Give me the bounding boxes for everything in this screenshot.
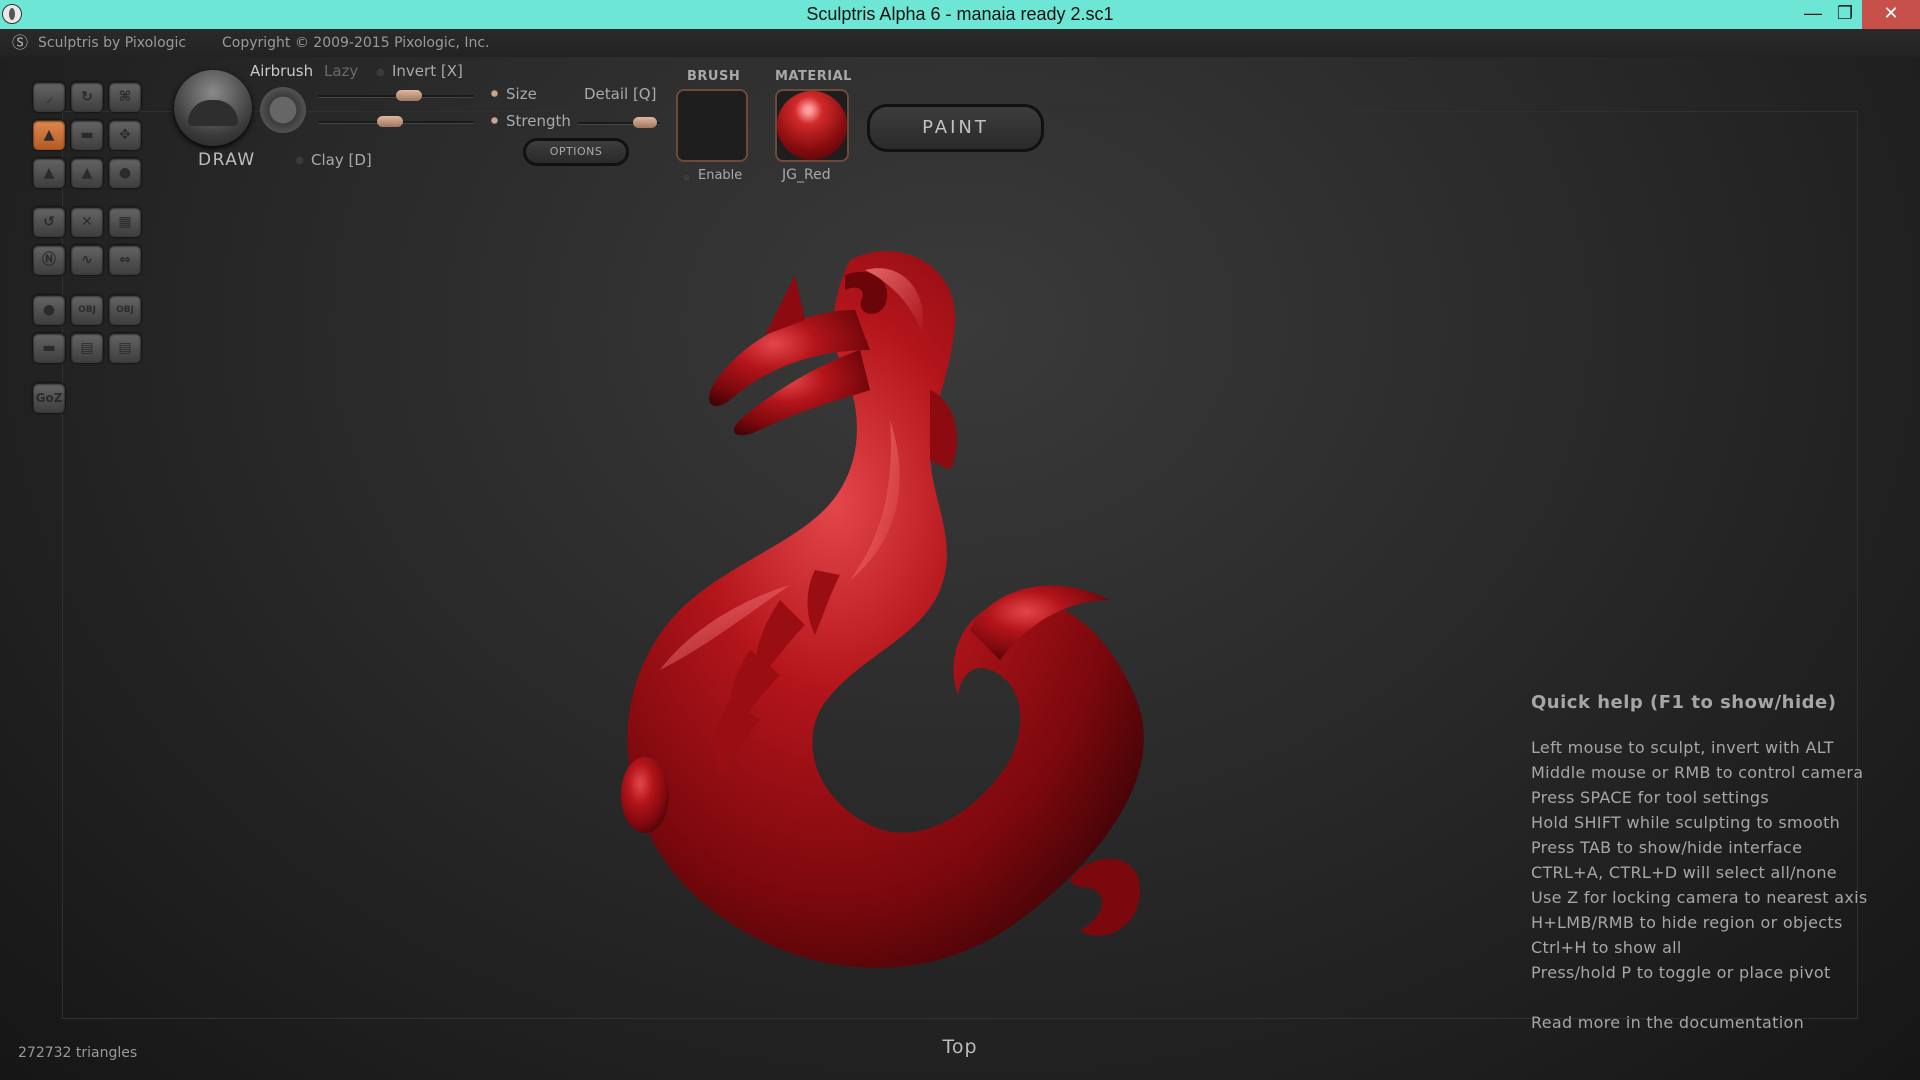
paint-mode-button[interactable]: PAINT <box>867 104 1044 152</box>
brush-enable-label: Enable <box>698 168 743 183</box>
new-plane-icon[interactable]: ▬ <box>33 333 65 363</box>
quick-help-line: H+LMB/RMB to hide region or objects <box>1531 913 1843 932</box>
new-sphere-icon[interactable]: ● <box>33 295 65 325</box>
window-title: Sculptris Alpha 6 - manaia ready 2.sc1 <box>806 4 1114 24</box>
clay-label: Clay [D] <box>311 151 372 169</box>
flatten-tool-icon[interactable]: ▬ <box>71 120 103 150</box>
quick-help-line: Hold SHIFT while sculpting to smooth <box>1531 813 1841 832</box>
inflate-tool-icon[interactable]: ● <box>109 158 141 188</box>
brush-preview-icon[interactable] <box>174 70 252 146</box>
documentation-link[interactable]: Read more in the documentation <box>1531 1010 1868 1035</box>
smooth-tool-icon[interactable]: ↺ <box>33 207 65 237</box>
brush-enable-checkbox[interactable] <box>682 173 691 182</box>
quick-help-line: Middle mouse or RMB to control camera <box>1531 763 1864 782</box>
pixologic-logo-icon[interactable]: Ⓢ <box>12 34 28 52</box>
mask-tool-icon[interactable]: Ⓝ <box>33 245 65 275</box>
quick-help-panel: Quick help (F1 to show/hide) Left mouse … <box>1531 690 1868 1035</box>
copyright-label: Copyright © 2009-2015 Pixologic, Inc. <box>222 35 490 51</box>
quick-help-line: Left mouse to sculpt, invert with ALT <box>1531 738 1834 757</box>
clay-checkbox[interactable] <box>295 156 304 165</box>
brush-swatch[interactable] <box>676 89 748 162</box>
crop-tool-icon[interactable]: ⌘ <box>109 82 141 112</box>
triangle-count: 272732 triangles <box>18 1045 138 1061</box>
close-button[interactable]: ✕ <box>1862 0 1920 29</box>
open-file-icon[interactable]: ▤ <box>71 333 103 363</box>
draw-brush-icon[interactable]: ▲ <box>33 120 65 150</box>
symmetry-tool-icon[interactable]: ⇔ <box>109 245 141 275</box>
export-obj-icon[interactable]: OBJ <box>109 295 141 325</box>
options-button[interactable]: OPTIONS <box>523 138 629 166</box>
size-label: Size <box>506 85 537 103</box>
crease-tool-icon[interactable]: ▲ <box>71 158 103 188</box>
quick-help-line: Ctrl+H to show all <box>1531 938 1682 957</box>
quick-help-title: Quick help (F1 to show/hide) <box>1531 692 1837 713</box>
invert-label: Invert [X] <box>392 62 463 80</box>
lazy-label[interactable]: Lazy <box>324 62 358 80</box>
detail-slider-knob[interactable] <box>633 117 658 128</box>
reduce-tool-icon[interactable]: ✕ <box>71 207 103 237</box>
strength-indicator <box>491 117 498 124</box>
airbrush-label[interactable]: Airbrush <box>250 62 313 80</box>
window-titlebar: Sculptris Alpha 6 - manaia ready 2.sc1 —… <box>0 0 1920 29</box>
goz-button[interactable]: GoZ <box>33 383 65 413</box>
rotate-tool-icon[interactable]: ↻ <box>71 82 103 112</box>
pinch-tool-icon[interactable]: ▲ <box>33 158 65 188</box>
quick-help-line: CTRL+A, CTRL+D will select all/none <box>1531 863 1837 882</box>
quick-help-line: Use Z for locking camera to nearest axis <box>1531 888 1868 907</box>
material-name: JG_Red <box>782 167 831 183</box>
subdivide-tool-icon[interactable]: ▦ <box>109 207 141 237</box>
strength-slider-knob[interactable] <box>376 116 403 127</box>
wave-tool-icon[interactable]: ∿ <box>71 245 103 275</box>
quick-help-line: Press SPACE for tool settings <box>1531 788 1769 807</box>
alpha-selector-icon[interactable] <box>260 87 306 133</box>
top-info-bar: Ⓢ Sculptris by Pixologic Copyright © 200… <box>0 29 1920 57</box>
material-swatch[interactable] <box>775 89 849 162</box>
model-body <box>621 251 1144 968</box>
brush-header: BRUSH <box>687 69 741 84</box>
quick-help-line: Press TAB to show/hide interface <box>1531 838 1803 857</box>
brand-label: Sculptris by Pixologic <box>38 35 187 51</box>
strength-label: Strength <box>506 112 571 130</box>
tool-name: DRAW <box>198 150 256 170</box>
import-obj-icon[interactable]: OBJ <box>71 295 103 325</box>
grab-tool-icon[interactable]: ✥ <box>109 120 141 150</box>
size-slider-knob[interactable] <box>396 90 422 101</box>
size-indicator <box>491 90 498 97</box>
view-orientation-label: Top <box>942 1036 978 1058</box>
quick-help-line: Press/hold P to toggle or place pivot <box>1531 963 1831 982</box>
sculpted-model[interactable] <box>600 240 1160 1000</box>
material-header: MATERIAL <box>775 69 852 84</box>
draw-tool-icon[interactable]: ◞ <box>33 82 65 112</box>
save-file-icon[interactable]: ▤ <box>109 333 141 363</box>
invert-checkbox[interactable] <box>376 68 385 77</box>
detail-label: Detail [Q] <box>584 85 657 103</box>
